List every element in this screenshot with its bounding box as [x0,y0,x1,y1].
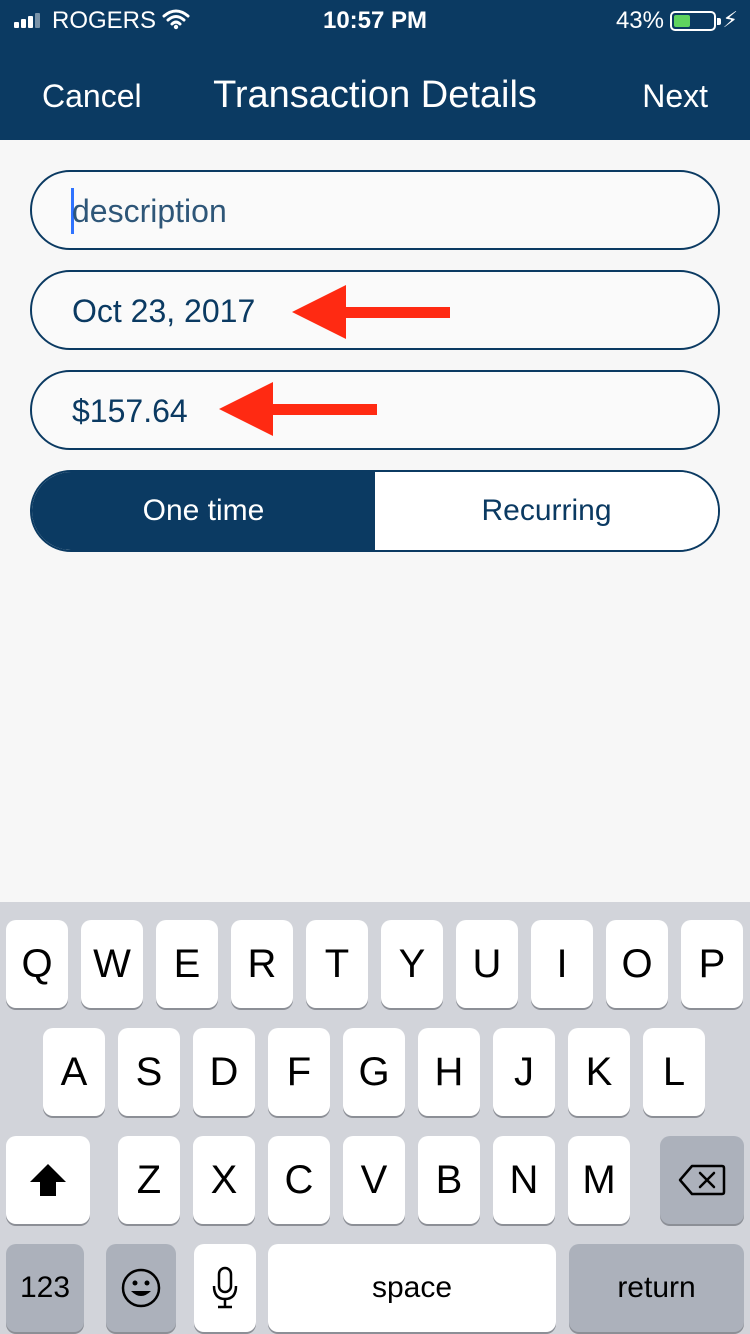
key-w[interactable]: W [81,920,143,1008]
key-z[interactable]: Z [118,1136,180,1224]
key-h[interactable]: H [418,1028,480,1116]
numbers-key-label: 123 [19,1271,71,1304]
key-y[interactable]: Y [381,920,443,1008]
key-p[interactable]: P [681,920,743,1008]
numbers-key[interactable]: 123 [6,1244,84,1332]
next-button[interactable]: Next [642,78,708,115]
key-t[interactable]: T [306,920,368,1008]
space-key[interactable]: space [268,1244,556,1332]
status-bar: ROGERS 10:57 PM 43% ⚡ [0,0,750,40]
header: ROGERS 10:57 PM 43% ⚡ Cancel Transaction… [0,0,750,140]
key-u[interactable]: U [456,920,518,1008]
date-value: Oct 23, 2017 [72,293,256,329]
charging-icon: ⚡ [722,7,738,32]
key-r[interactable]: R [231,920,293,1008]
key-d[interactable]: D [193,1028,255,1116]
key-a[interactable]: A [43,1028,105,1116]
key-s[interactable]: S [118,1028,180,1116]
key-m[interactable]: M [568,1136,630,1224]
key-l[interactable]: L [643,1028,705,1116]
microphone-icon [212,1266,238,1309]
key-k[interactable]: K [568,1028,630,1116]
page-title: Transaction Details [213,74,537,116]
key-q[interactable]: Q [6,920,68,1008]
key-j[interactable]: J [493,1028,555,1116]
key-e[interactable]: E [156,920,218,1008]
emoji-key[interactable] [106,1244,176,1332]
key-c[interactable]: C [268,1136,330,1224]
shift-key[interactable] [6,1136,90,1224]
emoji-icon [121,1268,161,1308]
amount-value: $157.64 [72,393,188,429]
space-key-label: space [371,1271,453,1304]
return-key[interactable]: return [569,1244,744,1332]
key-v[interactable]: V [343,1136,405,1224]
key-i[interactable]: I [531,920,593,1008]
description-placeholder: description [72,193,227,229]
key-f[interactable]: F [268,1028,330,1116]
description-field[interactable]: description [30,170,720,250]
key-b[interactable]: B [418,1136,480,1224]
segment-recurring[interactable]: Recurring [375,472,718,550]
key-g[interactable]: G [343,1028,405,1116]
battery-percent: 43% [615,7,664,34]
red-arrow-icon [292,285,450,339]
key-o[interactable]: O [606,920,668,1008]
shift-icon [30,1164,66,1196]
segment-one-time[interactable]: One time [32,472,375,550]
key-x[interactable]: X [193,1136,255,1224]
return-key-label: return [617,1271,696,1304]
red-arrow-icon [219,382,377,436]
backspace-key[interactable] [660,1136,744,1224]
keyboard: Q W E R T Y U I O P A S D F G H J K L Z … [0,902,750,1334]
battery-icon [670,11,721,31]
key-n[interactable]: N [493,1136,555,1224]
dictation-key[interactable] [194,1244,256,1332]
frequency-segmented-control: One time Recurring [30,470,720,552]
backspace-icon [678,1164,726,1196]
